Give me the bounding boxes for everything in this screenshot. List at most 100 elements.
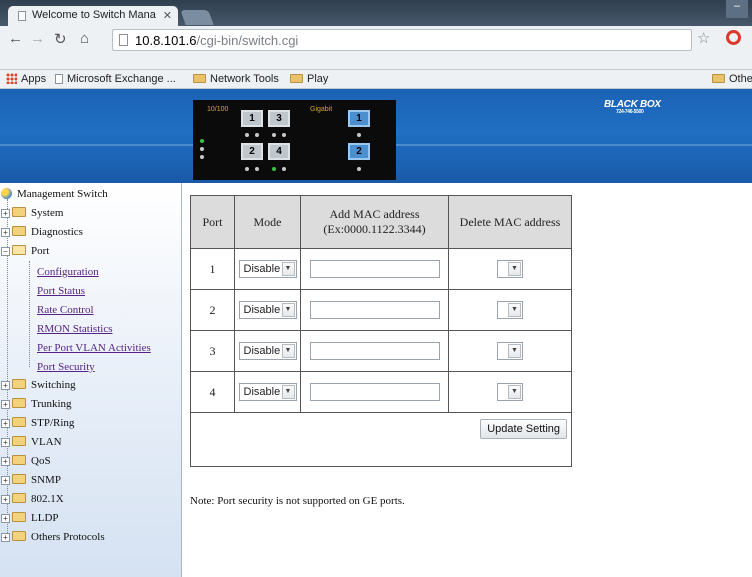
nav-item-lldp[interactable]: + LLDP [1, 512, 59, 524]
bookmark-other[interactable]: Other [712, 73, 752, 85]
port-number: 4 [190, 371, 235, 413]
expand-icon[interactable]: + [1, 400, 10, 409]
port-number: 1 [190, 248, 235, 290]
nav-link-port-security[interactable]: Port Security [37, 361, 95, 373]
expand-icon[interactable]: + [1, 457, 10, 466]
nav-item-port[interactable]: − Port [1, 245, 49, 257]
dropdown-arrow-icon[interactable]: ▼ [281, 385, 295, 399]
nav-link-per-port-vlan[interactable]: Per Port VLAN Activities [37, 342, 151, 354]
nav-item-vlan[interactable]: + VLAN [1, 436, 62, 448]
bookmark-play[interactable]: Play [290, 73, 328, 85]
nav-item-8021x[interactable]: +802.1X [1, 493, 64, 505]
update-setting-button[interactable]: Update Setting [480, 419, 567, 439]
dropdown-arrow-icon[interactable]: ▼ [508, 344, 521, 358]
nav-item-others-protocols[interactable]: + Others Protocols [1, 531, 105, 543]
dropdown-arrow-icon[interactable]: ▼ [508, 262, 521, 276]
port-security-table: Port Mode Add MAC address (Ex:0000.1122.3… [190, 195, 572, 467]
status-led [200, 155, 204, 159]
dropdown-arrow-icon[interactable]: ▼ [281, 303, 295, 317]
folder-icon [12, 531, 26, 541]
folder-icon [12, 512, 26, 522]
nav-link-configuration[interactable]: Configuration [37, 266, 99, 278]
folder-icon [12, 474, 26, 484]
folder-icon [12, 398, 26, 408]
nav-item-system[interactable]: + System [1, 207, 63, 219]
close-tab-icon[interactable]: ✕ [163, 9, 172, 22]
bookmark-network-tools[interactable]: Network Tools [193, 73, 279, 85]
nav-item-snmp[interactable]: + SNMP [1, 474, 61, 486]
dropdown-arrow-icon[interactable]: ▼ [508, 385, 521, 399]
bookmark-apps[interactable]: Apps [6, 73, 46, 85]
nav-item-switching[interactable]: + Switching [1, 379, 76, 391]
folder-icon [12, 493, 26, 503]
panel-port-3[interactable]: 3 [268, 110, 290, 127]
mode-select[interactable]: Disable ▼ [238, 301, 297, 319]
add-mac-input[interactable] [309, 301, 440, 319]
panel-gig-port-2[interactable]: 2 [348, 143, 370, 160]
expand-icon[interactable]: + [1, 533, 10, 542]
expand-icon[interactable]: + [1, 381, 10, 390]
expand-icon[interactable]: + [1, 476, 10, 485]
collapse-icon[interactable]: − [1, 247, 10, 256]
browser-tab[interactable]: Welcome to Switch Mana ✕ [8, 6, 178, 26]
dropdown-arrow-icon[interactable]: ▼ [281, 262, 295, 276]
delete-mac-select[interactable]: ▼ [497, 342, 523, 360]
expand-icon[interactable]: + [1, 495, 10, 504]
open-folder-icon [12, 245, 26, 255]
folder-icon [193, 74, 206, 83]
delete-mac-select[interactable]: ▼ [497, 383, 523, 401]
nav-item-stp-ring[interactable]: + STP/Ring [1, 417, 74, 429]
nav-item-trunking[interactable]: + Trunking [1, 398, 72, 410]
tab-title: Welcome to Switch Mana [32, 9, 156, 21]
add-mac-input[interactable] [309, 260, 440, 278]
mode-select[interactable]: Disable ▼ [238, 260, 297, 278]
folder-icon [12, 226, 26, 236]
gig-port-led [357, 133, 361, 137]
dropdown-arrow-icon[interactable]: ▼ [508, 303, 521, 317]
tree-guide-line [29, 261, 30, 367]
mode-select[interactable]: Disable ▼ [238, 383, 297, 401]
table-row: 3 Disable ▼ ▼ [190, 330, 572, 372]
bookmark-exchange[interactable]: Microsoft Exchange ... [55, 73, 176, 85]
nav-item-diagnostics[interactable]: + Diagnostics [1, 226, 83, 238]
minimize-window-button[interactable]: ‒ [726, 0, 748, 18]
bookmarks-bar: Apps Microsoft Exchange ... Network Tool… [0, 70, 752, 89]
add-mac-input[interactable] [309, 342, 440, 360]
nav-root[interactable]: Management Switch [1, 188, 108, 200]
expand-icon[interactable]: + [1, 228, 10, 237]
page-icon [18, 11, 26, 21]
extension-icon[interactable] [726, 30, 741, 45]
mode-select[interactable]: Disable ▼ [238, 342, 297, 360]
nav-link-rmon-statistics[interactable]: RMON Statistics [37, 323, 112, 335]
expand-icon[interactable]: + [1, 438, 10, 447]
add-mac-input[interactable] [309, 383, 440, 401]
port-led [272, 133, 276, 137]
forward-arrow-icon[interactable]: → [30, 30, 45, 47]
address-bar[interactable]: 10.8.101.6/cgi-bin/switch.cgi [112, 29, 692, 51]
expand-icon[interactable]: + [1, 514, 10, 523]
reload-icon[interactable]: ↻ [54, 30, 67, 48]
table-row: 4 Disable ▼ ▼ [190, 371, 572, 413]
nav-item-qos[interactable]: + QoS [1, 455, 51, 467]
panel-port-2[interactable]: 2 [241, 143, 263, 160]
folder-icon [12, 455, 26, 465]
bookmark-star-icon[interactable]: ☆ [697, 29, 710, 47]
panel-port-1[interactable]: 1 [241, 110, 263, 127]
delete-mac-select[interactable]: ▼ [497, 260, 523, 278]
panel-gig-port-1[interactable]: 1 [348, 110, 370, 127]
dropdown-arrow-icon[interactable]: ▼ [281, 344, 295, 358]
nav-tree: Management Switch + System + Diagnostics −… [0, 183, 182, 577]
expand-icon[interactable]: + [1, 209, 10, 218]
home-icon[interactable]: ⌂ [80, 30, 89, 47]
nav-link-rate-control[interactable]: Rate Control [37, 304, 94, 316]
nav-link-port-status[interactable]: Port Status [37, 285, 85, 297]
delete-mac-select[interactable]: ▼ [497, 301, 523, 319]
table-row: 2 Disable ▼ ▼ [190, 289, 572, 331]
url-text: 10.8.101.6/cgi-bin/switch.cgi [135, 33, 299, 48]
back-arrow-icon[interactable]: ← [8, 30, 23, 47]
new-tab-button[interactable] [180, 10, 214, 25]
panel-port-4[interactable]: 4 [268, 143, 290, 160]
apps-icon [6, 73, 17, 84]
expand-icon[interactable]: + [1, 419, 10, 428]
folder-icon [12, 436, 26, 446]
